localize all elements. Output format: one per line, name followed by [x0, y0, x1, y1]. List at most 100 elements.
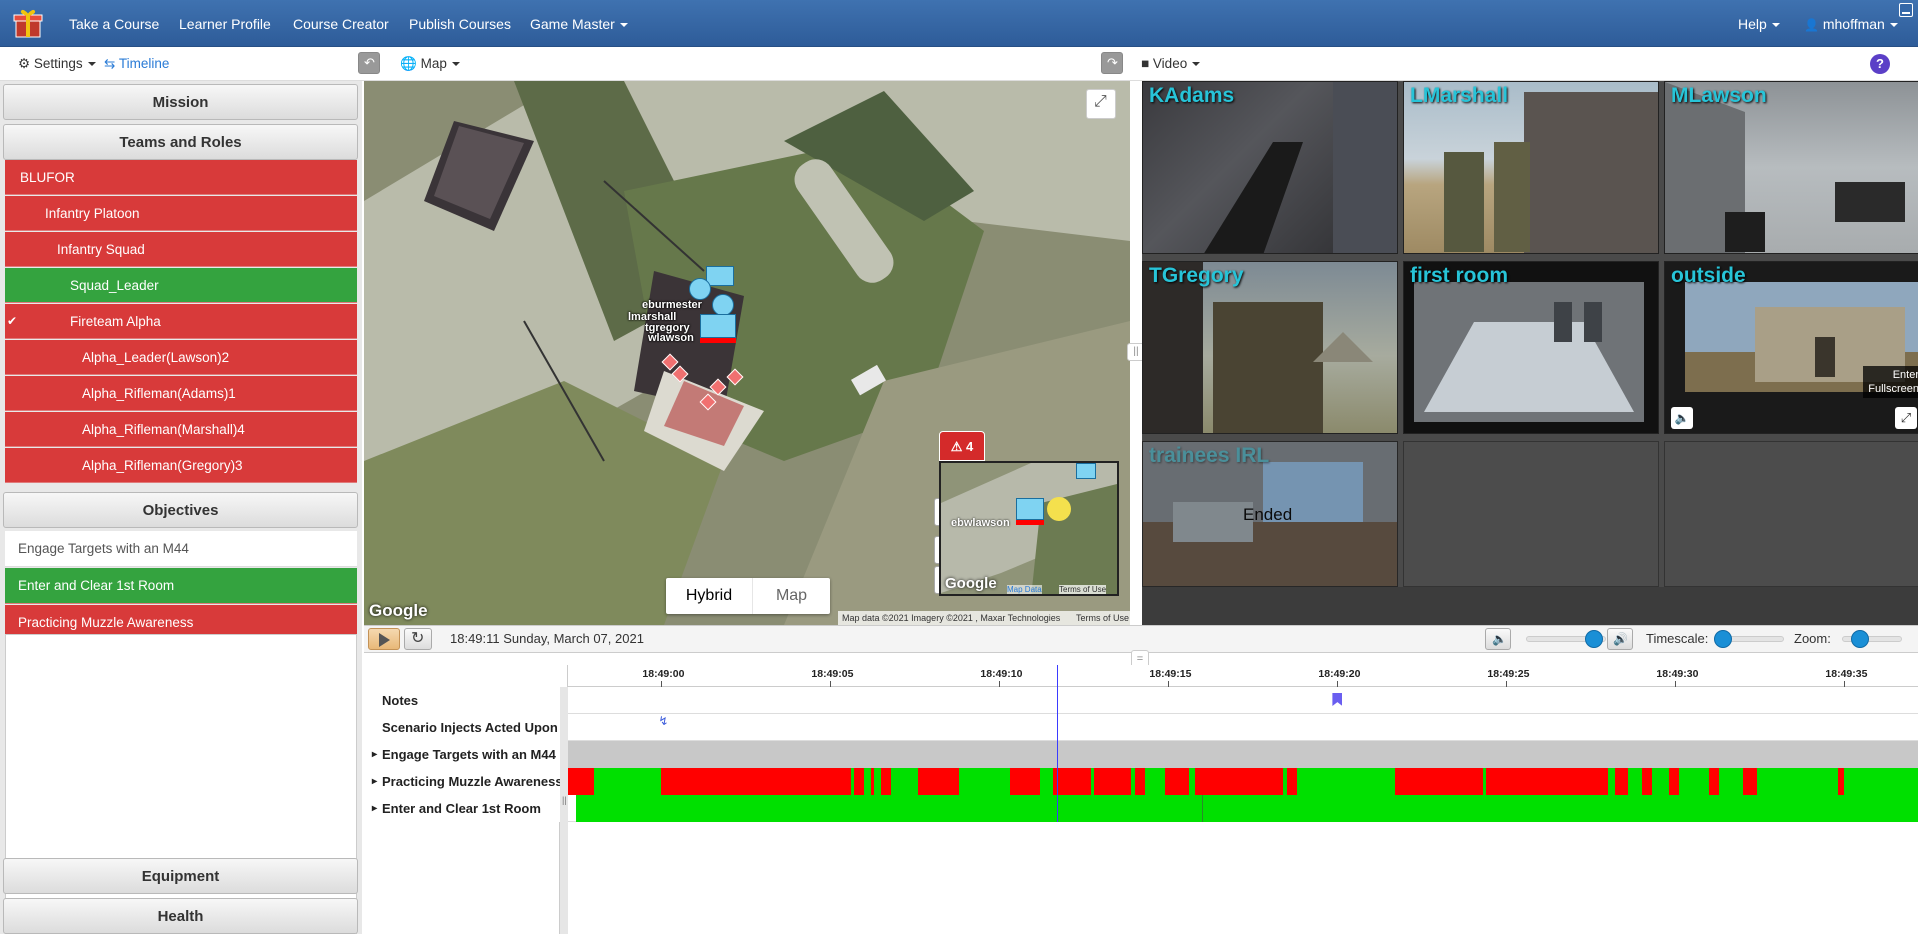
map-type-map[interactable]: Map [752, 578, 830, 614]
map-menu[interactable]: 🌐 Map [400, 48, 460, 81]
health-header[interactable]: Health [3, 898, 358, 934]
timeline-row-label[interactable]: ▸ Enter and Clear 1st Room [364, 795, 568, 822]
violation-segment[interactable] [1394, 768, 1483, 795]
expand-icon[interactable]: ⤢ [1895, 407, 1917, 429]
teams-header[interactable]: Teams and Roles [3, 124, 358, 160]
role-item[interactable]: Infantry Platoon [5, 196, 357, 231]
role-item[interactable]: Alpha_Rifleman(Marshall)4 [5, 412, 357, 447]
play-button[interactable] [368, 628, 400, 650]
timeline-gutter-handle[interactable]: || [562, 795, 567, 805]
timeline-playhead[interactable] [1056, 665, 1058, 822]
timeline-row-label[interactable]: Notes [364, 687, 568, 714]
expand-caret-icon[interactable]: ▸ [372, 741, 377, 768]
alert-badge[interactable]: ⚠ 4 [939, 431, 985, 461]
violation-segment[interactable] [854, 768, 865, 795]
objectives-header[interactable]: Objectives [3, 492, 358, 528]
violation-segment[interactable] [881, 768, 892, 795]
violation-segment[interactable] [1094, 768, 1132, 795]
violation-segment[interactable] [1134, 768, 1145, 795]
role-item[interactable]: Squad_Leader [5, 268, 357, 303]
role-item[interactable]: BLUFOR [5, 160, 357, 195]
map-type-hybrid[interactable]: Hybrid [666, 578, 752, 614]
terms-link[interactable]: Terms of Use [1076, 611, 1129, 625]
video-cell-outside[interactable]: outside Enter Fullscreen 🔈 ⤢ [1664, 261, 1918, 434]
violation-segment[interactable] [870, 768, 875, 795]
unit-icon-hq[interactable] [706, 266, 734, 286]
expand-caret-icon[interactable]: ▸ [372, 768, 377, 795]
violation-segment[interactable] [1286, 768, 1297, 795]
nav-publish-courses[interactable]: Publish Courses [409, 0, 511, 47]
objective-item[interactable]: Enter and Clear 1st Room [5, 568, 357, 604]
timescale-slider-knob[interactable] [1713, 630, 1732, 648]
video-menu[interactable]: ■ Video [1141, 48, 1201, 81]
violation-segment[interactable] [1053, 768, 1091, 795]
minimize-icon[interactable] [1899, 3, 1913, 17]
video-cell-kadams[interactable]: KAdams [1142, 81, 1398, 254]
unit-icon-team[interactable] [700, 314, 736, 338]
violation-segment[interactable] [1837, 768, 1845, 795]
violation-segment[interactable] [1195, 768, 1284, 795]
volume-slider-knob[interactable] [1585, 630, 1603, 648]
violation-segment[interactable] [1668, 768, 1679, 795]
violation-segment[interactable] [1009, 768, 1040, 795]
timeline-track[interactable] [568, 741, 1918, 768]
violation-segment[interactable] [1743, 768, 1757, 795]
violation-segment[interactable] [1165, 768, 1189, 795]
timeline-row-label[interactable]: ▸ Engage Targets with an M44 [364, 741, 568, 768]
nav-game-master[interactable]: Game Master [530, 0, 628, 47]
unit-icon-leader[interactable] [689, 278, 711, 300]
timeline-track[interactable] [568, 795, 1918, 822]
timeline-row-label[interactable]: Scenario Injects Acted Upon [364, 714, 568, 741]
video-cell-first-room[interactable]: first room [1403, 261, 1659, 434]
unit-icon-rifleman[interactable] [712, 294, 734, 316]
nav-user-menu[interactable]: 👤 mhoffman [1804, 0, 1898, 47]
nav-learner-profile[interactable]: Learner Profile [179, 0, 271, 47]
nav-take-course[interactable]: Take a Course [69, 0, 159, 47]
zoom-slider-knob[interactable] [1851, 630, 1869, 648]
violation-segment[interactable] [568, 768, 594, 795]
settings-menu[interactable]: ⚙ Settings [18, 48, 96, 81]
video-cell-lmarshall[interactable]: LMarshall [1403, 81, 1659, 254]
expand-caret-icon[interactable]: ▸ [372, 795, 377, 822]
objective-complete-segment[interactable] [576, 795, 1918, 822]
collapse-left-button[interactable]: ↶ [358, 52, 380, 74]
map-view[interactable]: eburmester lmarshall tgregory wlawson ⤢ … [364, 81, 1130, 625]
violation-segment[interactable] [918, 768, 959, 795]
nav-help[interactable]: Help [1738, 0, 1780, 47]
timeline-track[interactable] [568, 768, 1918, 795]
video-cell-mlawson[interactable]: MLawson [1664, 81, 1918, 254]
timeline-row-label[interactable]: ▸ Practicing Muzzle Awareness [364, 768, 568, 795]
video-cell-tgregory[interactable]: TGregory [1142, 261, 1398, 434]
map-fullscreen-button[interactable]: ⤢ [1086, 89, 1116, 119]
role-item[interactable]: Alpha_Leader(Lawson)2 [5, 340, 357, 375]
collapse-right-button[interactable]: ↷ [1101, 52, 1123, 74]
violation-segment[interactable] [1709, 768, 1720, 795]
violation-segment[interactable] [661, 768, 851, 795]
violation-segment[interactable] [1641, 768, 1652, 795]
nav-course-creator[interactable]: Course Creator [293, 0, 389, 47]
role-item[interactable]: Infantry Squad [5, 232, 357, 267]
lightning-icon[interactable]: ↯ [658, 714, 668, 728]
video-cell-trainees-irl[interactable]: trainees IRL Ended [1142, 441, 1398, 587]
violation-segment[interactable] [1486, 768, 1608, 795]
volume-up-button[interactable]: 🔊 [1607, 628, 1633, 650]
role-item[interactable]: Alpha_Rifleman(Gregory)3 [5, 448, 357, 483]
timeline-track[interactable] [568, 714, 1918, 741]
equipment-header[interactable]: Equipment [3, 858, 358, 894]
violation-segment[interactable] [1614, 768, 1629, 795]
mission-header[interactable]: Mission [3, 84, 358, 120]
role-item[interactable]: Alpha_Rifleman(Adams)1 [5, 376, 357, 411]
timeline-toggle[interactable]: ⇆ Timeline [104, 48, 169, 81]
timeline-track[interactable] [568, 687, 1918, 714]
toolbar [0, 48, 1918, 81]
objective-item[interactable]: Engage Targets with an M44 [5, 531, 357, 567]
minimap-mapdata[interactable]: Map Data [1007, 585, 1042, 594]
replay-button[interactable]: ↻ [404, 628, 432, 650]
mute-icon[interactable]: 🔈 [1671, 407, 1693, 429]
gift-icon[interactable] [12, 7, 44, 39]
volume-down-button[interactable]: 🔈 [1485, 628, 1511, 650]
help-circle-icon[interactable]: ? [1870, 54, 1890, 74]
minimap-terms[interactable]: Terms of Use [1059, 585, 1107, 594]
role-item[interactable]: ✔ Fireteam Alpha [5, 304, 357, 339]
minimap[interactable]: ebwlawson Google Map Data Terms of Use [939, 461, 1119, 596]
